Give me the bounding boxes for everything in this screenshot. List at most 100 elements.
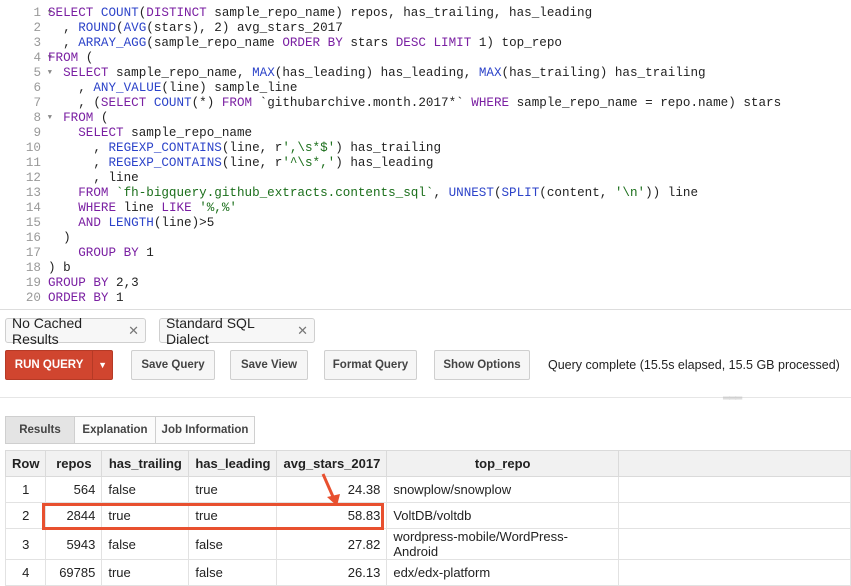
- code-token: LENGTH: [108, 216, 154, 230]
- code-token: sample_repo_name: [131, 126, 253, 140]
- run-query-button[interactable]: RUN QUERY ▼: [5, 350, 113, 380]
- code-line[interactable]: , REGEXP_CONTAINS(line, r'^\s*,') has_le…: [48, 156, 851, 171]
- tab-job-information[interactable]: Job Information: [155, 416, 255, 444]
- code-token: SELECT: [78, 126, 132, 140]
- code-token: LIKE: [161, 201, 200, 215]
- code-token: GROUP BY: [78, 246, 147, 260]
- save-query-button[interactable]: Save Query: [131, 350, 215, 380]
- code-token: (line)>5: [153, 216, 215, 230]
- code-token: (line, r: [221, 141, 283, 155]
- code-line[interactable]: FROM (: [48, 111, 851, 126]
- code-token: ,: [48, 21, 79, 35]
- code-line[interactable]: , line: [48, 171, 851, 186]
- code-token: FROM: [48, 51, 86, 65]
- has-trailing-cell: true: [101, 559, 190, 586]
- show-options-button[interactable]: Show Options: [434, 350, 530, 380]
- code-token: (: [100, 111, 109, 125]
- code-line[interactable]: , REGEXP_CONTAINS(line, r',\s*$') has_tr…: [48, 141, 851, 156]
- code-line[interactable]: SELECT sample_repo_name: [48, 126, 851, 141]
- chip-label: Standard SQL Dialect: [166, 314, 255, 347]
- code-line[interactable]: ): [48, 231, 851, 246]
- code-line[interactable]: ) b: [48, 261, 851, 276]
- code-token: ) has_leading: [335, 156, 434, 170]
- line-number: 8 ▼: [33, 111, 52, 125]
- run-query-label[interactable]: RUN QUERY: [6, 359, 92, 371]
- code-token: ANY_VALUE: [93, 81, 162, 95]
- format-query-button[interactable]: Format Query: [324, 350, 417, 380]
- code-token: ) has_trailing: [335, 141, 442, 155]
- code-token: 1: [116, 291, 124, 305]
- code-token: FROM: [78, 186, 117, 200]
- code-token: (line, r: [221, 156, 283, 170]
- code-line[interactable]: FROM `fh-bigquery.github_extracts.conten…: [48, 186, 851, 201]
- code-token: (line) sample_line: [161, 81, 298, 95]
- code-line[interactable]: GROUP BY 1: [48, 246, 851, 261]
- sql-code[interactable]: SELECT COUNT(DISTINCT sample_repo_name) …: [48, 6, 851, 306]
- code-token: (*): [191, 96, 222, 110]
- resize-grip-icon[interactable]: ═══: [723, 393, 742, 404]
- code-token: `githubarchive.month.2017*`: [259, 96, 472, 110]
- code-line[interactable]: , ARRAY_AGG(sample_repo_name ORDER BY st…: [48, 36, 851, 51]
- code-line[interactable]: , ANY_VALUE(line) sample_line: [48, 81, 851, 96]
- code-token: `fh-bigquery.github_extracts.contents_sq…: [116, 186, 434, 200]
- code-token: ROUND: [78, 21, 117, 35]
- top-repo-cell: edx/edx-platform: [386, 559, 619, 586]
- code-token: (stars), 2) avg_stars_2017: [146, 21, 343, 35]
- row-number-cell: 1: [4, 476, 47, 503]
- code-line[interactable]: WHERE line LIKE '%,%': [48, 201, 851, 216]
- row-number-cell: 4: [4, 559, 47, 586]
- code-token: FROM: [221, 96, 260, 110]
- code-token: )) line: [645, 186, 699, 200]
- line-number: 7: [33, 96, 41, 110]
- line-number: 1 ▼: [33, 6, 52, 20]
- remove-cached-option-icon[interactable]: ✕: [128, 323, 139, 339]
- header-filler: [617, 450, 851, 477]
- line-number-gutter: 1 ▼ 2 3 4 ▼ 5 ▼ 6 7 8 ▼ 9 10 11 12 13 14 15 16 17 18 19 20: [0, 6, 52, 306]
- table-row: 2 2844 true true 58.83 VoltDB/voltdb: [4, 502, 851, 529]
- code-token: COUNT: [153, 96, 192, 110]
- row-number-cell: 3: [4, 528, 47, 560]
- repos-cell: 69785: [45, 559, 103, 586]
- table-row: 3 5943 false false 27.82 wordpress-mobil…: [4, 528, 851, 560]
- code-line[interactable]: AND LENGTH(line)>5: [48, 216, 851, 231]
- code-token: ARRAY_AGG: [78, 36, 147, 50]
- code-token: ORDER BY: [282, 36, 351, 50]
- filler-cell: [617, 528, 851, 560]
- avg-stars-cell: 26.13: [276, 559, 388, 586]
- line-number: 12: [25, 171, 41, 185]
- code-token: ,: [48, 36, 79, 50]
- code-token: DESC LIMIT: [395, 36, 479, 50]
- row-number-cell: 2: [4, 502, 47, 529]
- code-token: '%,%': [199, 201, 237, 215]
- save-view-button[interactable]: Save View: [230, 350, 308, 380]
- code-line[interactable]: FROM (: [48, 51, 851, 66]
- code-token: (sample_repo_name: [146, 36, 283, 50]
- run-options-dropdown-icon[interactable]: ▼: [92, 351, 112, 379]
- table-header-row: Row repos has_trailing has_leading avg_s…: [4, 450, 851, 477]
- has-trailing-cell: false: [101, 528, 190, 560]
- line-number: 17: [25, 246, 41, 260]
- tab-explanation[interactable]: Explanation: [74, 416, 156, 444]
- code-line[interactable]: , ROUND(AVG(stars), 2) avg_stars_2017: [48, 21, 851, 36]
- code-line[interactable]: SELECT sample_repo_name, MAX(has_leading…: [48, 66, 851, 81]
- code-token: SELECT: [100, 96, 154, 110]
- code-token: 1) top_repo: [478, 36, 562, 50]
- remove-dialect-option-icon[interactable]: ✕: [297, 323, 308, 339]
- line-number: 14: [25, 201, 41, 215]
- code-line[interactable]: ORDER BY 1: [48, 291, 851, 306]
- avg-stars-cell: 24.38: [276, 476, 388, 503]
- has-leading-cell: false: [188, 559, 278, 586]
- code-token: sample_repo_name,: [116, 66, 253, 80]
- line-number: 3: [33, 36, 41, 50]
- code-token: (: [493, 186, 502, 200]
- tab-results[interactable]: Results: [5, 416, 75, 444]
- code-line[interactable]: GROUP BY 2,3: [48, 276, 851, 291]
- sql-editor[interactable]: 1 ▼ 2 3 4 ▼ 5 ▼ 6 7 8 ▼ 9 10 11 12 13 14 15 16 17 18 19 20 SELE…: [0, 0, 851, 310]
- code-line[interactable]: SELECT COUNT(DISTINCT sample_repo_name) …: [48, 6, 851, 21]
- code-line[interactable]: , (SELECT COUNT(*) FROM `githubarchive.m…: [48, 96, 851, 111]
- code-token: MAX: [252, 66, 275, 80]
